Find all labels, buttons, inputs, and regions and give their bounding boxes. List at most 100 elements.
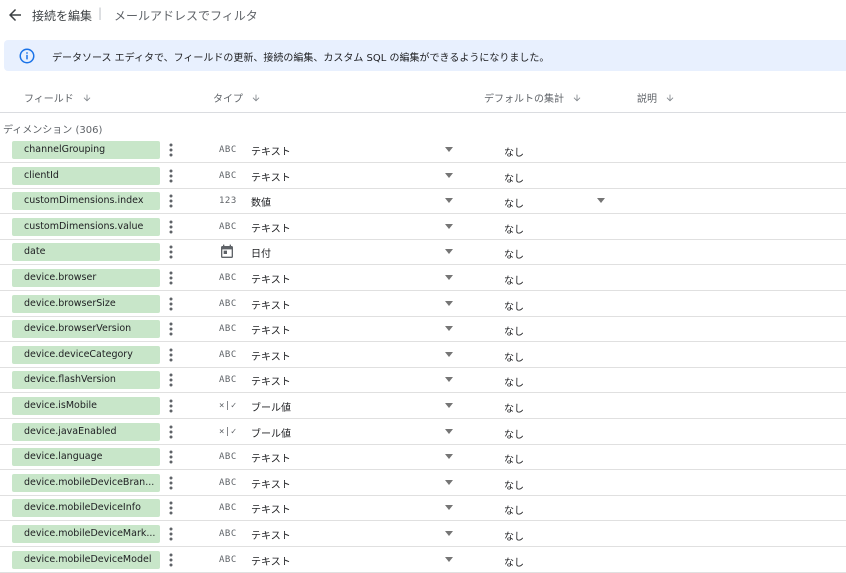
- caret-down-icon[interactable]: [445, 172, 453, 178]
- field-chip[interactable]: device.isMobile: [12, 397, 160, 415]
- kebab-icon[interactable]: [167, 373, 175, 387]
- kebab-icon[interactable]: [167, 194, 175, 208]
- kebab-icon[interactable]: [167, 553, 175, 567]
- aggregation-value: なし: [504, 224, 524, 236]
- field-chip[interactable]: device.browser: [12, 269, 160, 287]
- kebab-icon[interactable]: [167, 527, 175, 541]
- caret-down-icon[interactable]: [445, 556, 453, 562]
- kebab-icon[interactable]: [167, 322, 175, 336]
- field-chip[interactable]: device.flashVersion: [12, 371, 160, 390]
- back-link[interactable]: 接続を編集: [32, 7, 92, 24]
- table-row: device.browserSize ABC テキスト なし: [0, 291, 846, 317]
- arrow-down-icon: [251, 93, 261, 103]
- type-icon: 123: [219, 196, 237, 207]
- caret-down-icon[interactable]: [445, 326, 453, 332]
- caret-down-icon[interactable]: [445, 428, 453, 434]
- caret-down-icon[interactable]: [597, 198, 605, 204]
- type-label: テキスト: [251, 326, 291, 338]
- column-header-default-agg[interactable]: デフォルトの集計: [484, 90, 582, 105]
- type-icon: ABC: [219, 477, 237, 488]
- field-chip[interactable]: customDimensions.index: [12, 192, 160, 211]
- type-label: テキスト: [251, 531, 291, 542]
- table-row: date 日付 なし: [0, 239, 846, 266]
- field-chip[interactable]: channelGrouping: [12, 141, 160, 159]
- table-row: device.flashVersion ABC テキスト なし: [0, 367, 846, 394]
- kebab-icon[interactable]: [167, 271, 175, 285]
- aggregation-value: なし: [504, 404, 524, 415]
- field-chip[interactable]: date: [12, 243, 160, 262]
- kebab-icon[interactable]: [167, 425, 175, 439]
- caret-down-icon[interactable]: [445, 454, 453, 460]
- field-chip[interactable]: clientId: [12, 166, 160, 185]
- section-label-dimensions: ディメンション (306): [3, 125, 103, 136]
- caret-down-icon[interactable]: [445, 377, 453, 383]
- type-icon: ABC: [219, 298, 237, 309]
- type-icon: ×|✓: [219, 426, 237, 437]
- field-chip[interactable]: device.mobileDeviceInfo: [12, 499, 160, 518]
- kebab-icon[interactable]: [167, 348, 175, 362]
- table-row: customDimensions.value ABC テキスト なし: [0, 214, 846, 240]
- type-label: テキスト: [251, 377, 291, 389]
- field-chip[interactable]: customDimensions.value: [12, 217, 160, 236]
- kebab-icon[interactable]: [167, 399, 175, 413]
- field-chip[interactable]: device.mobileDeviceMark...: [12, 525, 160, 543]
- type-icon: ABC: [219, 221, 237, 232]
- field-chip[interactable]: device.browserSize: [12, 294, 160, 313]
- kebab-icon[interactable]: [167, 143, 175, 157]
- aggregation-value: なし: [504, 199, 524, 211]
- type-icon: ABC: [219, 145, 237, 155]
- caret-down-icon[interactable]: [445, 505, 453, 511]
- field-chip[interactable]: device.mobileDeviceModel: [12, 550, 160, 569]
- arrow-down-icon: [82, 93, 92, 103]
- table-row: device.deviceCategory ABC テキスト なし: [0, 342, 846, 368]
- arrow-down-icon: [665, 93, 675, 103]
- caret-down-icon[interactable]: [445, 403, 453, 408]
- field-chip[interactable]: device.browserVersion: [12, 320, 160, 339]
- type-label: ブール値: [251, 428, 291, 440]
- type-icon: ABC: [219, 554, 237, 565]
- field-chip[interactable]: device.mobileDeviceBran...: [12, 473, 160, 492]
- kebab-icon[interactable]: [167, 220, 175, 234]
- caret-down-icon[interactable]: [445, 479, 453, 485]
- arrow-down-icon: [572, 93, 582, 103]
- table-row: clientId ABC テキスト なし: [0, 163, 846, 189]
- banner-message: データソース エディタで、フィールドの更新、接続の編集、カスタム SQL の編集…: [52, 53, 550, 64]
- caret-down-icon[interactable]: [445, 300, 453, 306]
- table-row: device.isMobile ×|✓ ブール値 なし: [0, 393, 846, 419]
- caret-down-icon[interactable]: [445, 147, 453, 152]
- caret-down-icon[interactable]: [445, 223, 453, 229]
- column-header-field[interactable]: フィールド: [24, 90, 92, 105]
- field-chip[interactable]: device.javaEnabled: [12, 422, 160, 441]
- caret-down-icon[interactable]: [445, 249, 453, 255]
- caret-down-icon[interactable]: [445, 351, 453, 357]
- info-icon: [18, 47, 36, 65]
- aggregation-value: なし: [504, 557, 524, 569]
- kebab-icon[interactable]: [167, 169, 175, 183]
- aggregation-value: なし: [504, 250, 524, 262]
- top-bar: 接続を編集 | メールアドレスでフィルタ: [0, 0, 846, 30]
- info-banner: データソース エディタで、フィールドの更新、接続の編集、カスタム SQL の編集…: [4, 40, 846, 71]
- table-row: device.language ABC テキスト なし: [0, 444, 846, 471]
- kebab-icon[interactable]: [167, 245, 175, 259]
- kebab-icon[interactable]: [167, 476, 175, 490]
- kebab-icon[interactable]: [167, 501, 175, 515]
- field-chip[interactable]: device.language: [12, 448, 160, 467]
- kebab-icon[interactable]: [167, 450, 175, 464]
- column-header-type[interactable]: タイプ: [213, 90, 261, 105]
- aggregation-value: なし: [504, 148, 524, 159]
- column-header-description[interactable]: 説明: [637, 90, 675, 105]
- type-label: テキスト: [251, 300, 291, 312]
- type-label: テキスト: [251, 172, 291, 184]
- arrow-left-icon[interactable]: [6, 6, 24, 24]
- caret-down-icon[interactable]: [445, 531, 453, 536]
- caret-down-icon[interactable]: [445, 198, 453, 204]
- field-chip[interactable]: device.deviceCategory: [12, 345, 160, 364]
- kebab-icon[interactable]: [167, 297, 175, 311]
- calendar-icon: [219, 244, 239, 260]
- type-label: テキスト: [251, 454, 291, 466]
- column-header-default-agg-label: デフォルトの集計: [484, 94, 564, 105]
- caret-down-icon[interactable]: [445, 275, 453, 280]
- type-label: テキスト: [251, 479, 291, 491]
- type-label: テキスト: [251, 505, 291, 517]
- type-icon: ABC: [219, 349, 237, 360]
